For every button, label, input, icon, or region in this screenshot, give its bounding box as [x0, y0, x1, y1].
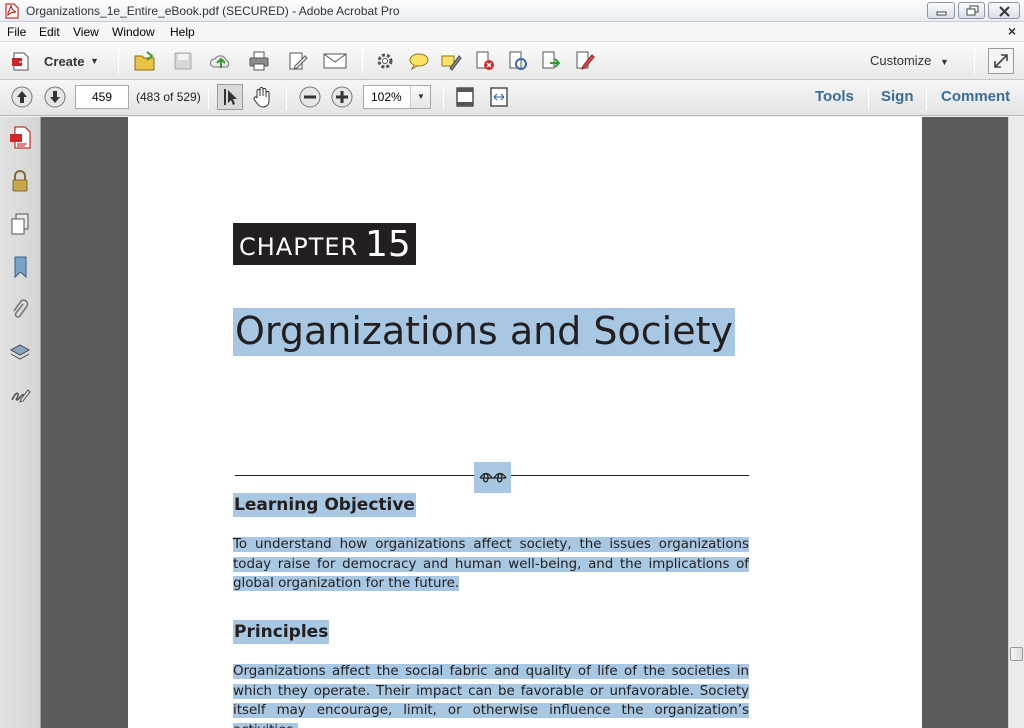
- open-folder-icon[interactable]: [132, 48, 158, 74]
- minimize-button[interactable]: [927, 2, 955, 19]
- chevron-down-icon: ▼: [417, 92, 425, 101]
- layers-icon[interactable]: [7, 340, 33, 366]
- create-pdf-icon: [8, 48, 34, 74]
- vertical-scrollbar[interactable]: [1008, 117, 1024, 728]
- menu-help[interactable]: Help: [170, 25, 195, 39]
- create-label: Create: [44, 54, 85, 69]
- title-bar: Organizations_1e_Entire_eBook.pdf (SECUR…: [0, 0, 1024, 22]
- close-document-icon[interactable]: ×: [1008, 23, 1016, 39]
- navigation-panel: [0, 117, 41, 728]
- zoom-out-icon[interactable]: [297, 84, 323, 110]
- toolbar-separator: [868, 86, 869, 110]
- divider-line-left: [235, 475, 474, 476]
- chapter-title: Organizations and Society: [233, 308, 735, 356]
- fit-page-icon[interactable]: [452, 84, 478, 110]
- rotate-page-icon[interactable]: [505, 48, 531, 74]
- zoom-dropdown-button[interactable]: ▼: [410, 86, 430, 108]
- chevron-down-icon: ▼: [90, 56, 99, 66]
- learning-objective-text: To understand how organizations affect s…: [233, 537, 749, 591]
- bookmarks-icon[interactable]: [7, 254, 33, 280]
- page-number-input[interactable]: 459: [75, 85, 129, 109]
- lock-security-icon[interactable]: [7, 168, 33, 194]
- menu-edit[interactable]: Edit: [39, 25, 60, 39]
- export-page-icon[interactable]: [538, 48, 564, 74]
- select-tool-icon[interactable]: [217, 84, 243, 110]
- page-count-label: (483 of 529): [136, 90, 201, 104]
- chapter-label: CHAPTER 15: [233, 223, 416, 265]
- save-icon[interactable]: [170, 48, 196, 74]
- upload-cloud-icon[interactable]: [208, 48, 234, 74]
- chapter-word: CHAPTER: [239, 233, 359, 261]
- next-page-icon[interactable]: [42, 84, 68, 110]
- pdf-page[interactable]: CHAPTER 15 Organizations and Society Lea…: [128, 117, 922, 728]
- main-toolbar: Create ▼ Customize ▼: [0, 42, 1024, 80]
- toolbar-separator: [362, 48, 363, 74]
- restore-button[interactable]: [958, 2, 985, 19]
- principles-text: Organizations affect the social fabric a…: [233, 662, 749, 728]
- window-title: Organizations_1e_Entire_eBook.pdf (SECUR…: [26, 4, 400, 18]
- sign-pane-link[interactable]: Sign: [881, 88, 914, 105]
- sign-document-icon[interactable]: [572, 48, 598, 74]
- divider-line-right: [511, 475, 749, 476]
- pdf-file-icon: [5, 3, 19, 19]
- comment-pane-link[interactable]: Comment: [941, 88, 1010, 105]
- scrollbar-thumb[interactable]: [1010, 647, 1023, 661]
- toolbar-separator: [118, 48, 119, 74]
- page-thumbnails-icon[interactable]: [7, 125, 33, 151]
- chapter-number: 15: [365, 224, 411, 265]
- delete-page-icon[interactable]: [472, 48, 498, 74]
- hand-tool-icon[interactable]: [249, 84, 275, 110]
- close-window-button[interactable]: [988, 2, 1020, 19]
- full-screen-icon[interactable]: [988, 48, 1014, 74]
- ornament-flourish-icon: [474, 462, 511, 493]
- create-button[interactable]: Create ▼: [8, 50, 108, 72]
- email-icon[interactable]: [322, 48, 348, 74]
- signatures-icon[interactable]: [7, 383, 33, 409]
- toolbar-separator: [286, 86, 287, 110]
- settings-gear-icon[interactable]: [372, 48, 398, 74]
- fit-width-icon[interactable]: [486, 84, 512, 110]
- tools-pane-link[interactable]: Tools: [815, 88, 854, 105]
- previous-page-icon[interactable]: [9, 84, 35, 110]
- highlight-text-icon[interactable]: [438, 48, 464, 74]
- zoom-in-icon[interactable]: [329, 84, 355, 110]
- customize-chevron-icon[interactable]: ▼: [940, 57, 949, 67]
- toolbar-separator: [208, 86, 209, 110]
- customize-label[interactable]: Customize: [870, 53, 931, 68]
- learning-objective-heading: Learning Objective: [233, 493, 416, 517]
- menu-file[interactable]: File: [7, 25, 26, 39]
- pages-icon[interactable]: [7, 211, 33, 237]
- menu-view[interactable]: View: [73, 25, 99, 39]
- toolbar-separator: [443, 86, 444, 110]
- edit-document-icon[interactable]: [285, 48, 311, 74]
- document-viewer[interactable]: CHAPTER 15 Organizations and Society Lea…: [41, 117, 1008, 728]
- principles-heading: Principles: [233, 620, 330, 644]
- print-icon[interactable]: [246, 48, 272, 74]
- menu-window[interactable]: Window: [112, 25, 155, 39]
- comment-bubble-icon[interactable]: [406, 48, 432, 74]
- menu-bar: File Edit View Window Help ×: [0, 22, 1024, 42]
- attachments-paperclip-icon[interactable]: [7, 297, 33, 323]
- toolbar-separator: [974, 48, 975, 74]
- toolbar-separator: [926, 86, 927, 110]
